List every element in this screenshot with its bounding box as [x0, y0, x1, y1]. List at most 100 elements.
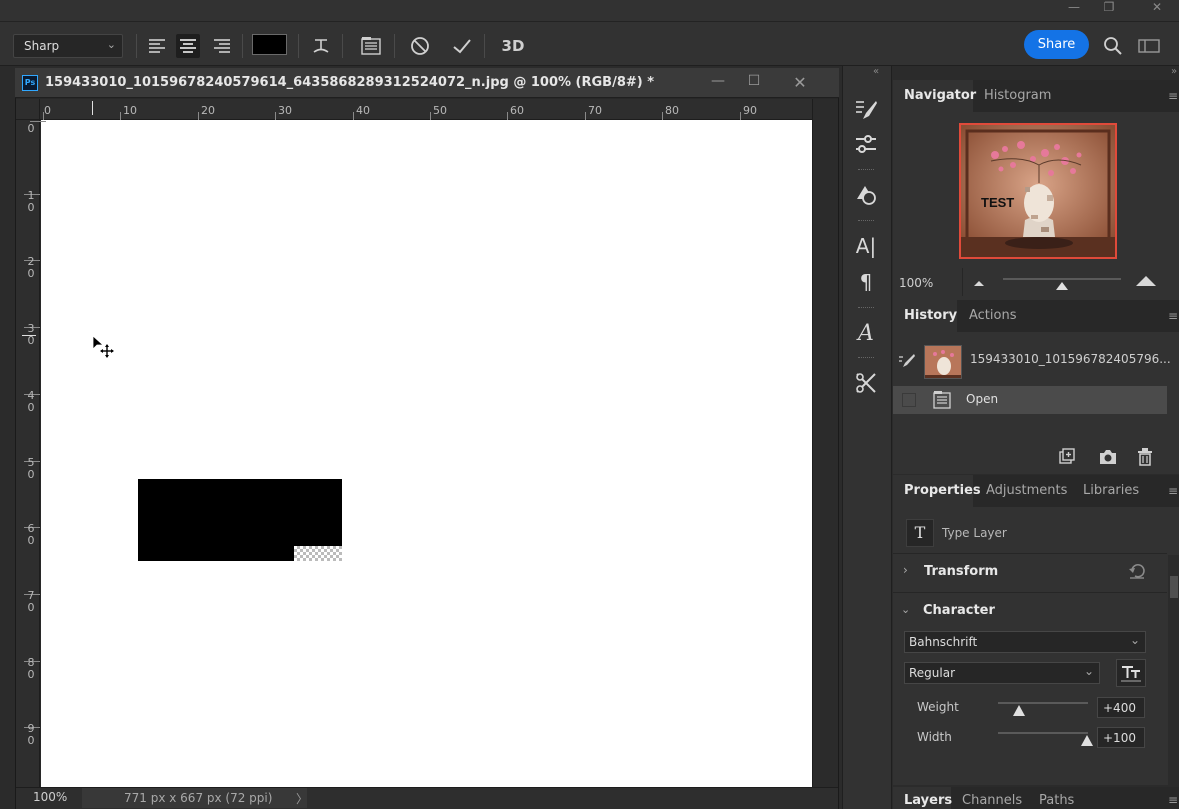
font-family-select[interactable]: Bahnschrift ⌄ [904, 631, 1146, 653]
transform-section-header[interactable]: Transform [924, 564, 998, 579]
type-layer-icon: T [906, 519, 934, 547]
tab-layers[interactable]: Layers [893, 787, 952, 809]
ruler-tick [740, 112, 741, 120]
move-cursor-icon [92, 335, 116, 362]
chevron-down-icon[interactable]: ⌄ [901, 603, 910, 616]
workspace-icon[interactable] [1137, 34, 1161, 58]
horizontal-ruler[interactable] [40, 99, 812, 120]
text-color-swatch[interactable] [252, 34, 287, 55]
reset-transform-icon[interactable] [1128, 562, 1146, 583]
navigator-zoom-slider-track[interactable] [1003, 278, 1121, 280]
document-canvas[interactable] [41, 120, 812, 787]
panel-grip[interactable] [858, 357, 874, 360]
ruler-tick [585, 112, 586, 120]
width-value-input[interactable]: +100 [1097, 727, 1145, 748]
document-title: 159433010_10159678240579614_643586828931… [45, 75, 655, 90]
properties-scrollbar-thumb[interactable] [1170, 576, 1178, 598]
camera-snapshot-icon[interactable] [1099, 449, 1117, 468]
character-section-header[interactable]: Character [923, 603, 995, 618]
panel-grip[interactable] [858, 307, 874, 310]
character-panel-icon[interactable] [359, 34, 383, 58]
divider [893, 553, 1167, 554]
app-restore-icon[interactable]: ❐ [1100, 0, 1118, 14]
ruler-tick [275, 112, 276, 120]
antialias-value: Sharp [24, 39, 60, 53]
weight-slider-knob[interactable] [1013, 705, 1025, 716]
ruler-label: 2 0 [27, 255, 35, 280]
width-slider-knob[interactable] [1081, 735, 1093, 746]
ruler-corner [16, 99, 40, 120]
status-doc-info[interactable]: 771 px x 667 px (72 ppi) [82, 788, 307, 808]
character-icon[interactable]: A| [852, 232, 880, 260]
app-close-icon[interactable]: ✕ [1148, 0, 1166, 14]
warp-text-icon[interactable] [309, 34, 333, 58]
history-item-label: Open [966, 392, 999, 406]
tab-navigator[interactable]: Navigator [893, 80, 976, 112]
brush-settings-icon[interactable] [852, 96, 880, 124]
weight-value-input[interactable]: +400 [1097, 697, 1145, 718]
new-document-from-state-icon[interactable] [1058, 448, 1076, 469]
tool-presets-icon[interactable] [852, 369, 880, 397]
antialias-select[interactable]: Sharp ⌄ [13, 34, 123, 58]
divider [893, 592, 1167, 593]
status-zoom[interactable]: 100% [33, 790, 67, 804]
collapse-panels-icon[interactable]: « [873, 66, 879, 77]
zoom-in-icon[interactable] [1134, 274, 1158, 291]
tab-histogram[interactable]: Histogram [975, 80, 1065, 112]
glyphs-icon[interactable]: A [852, 319, 880, 347]
panel-menu-icon[interactable]: ≡ [1168, 89, 1178, 103]
tab-paths[interactable]: Paths [1030, 787, 1090, 809]
navigator-thumbnail[interactable]: TEST [959, 123, 1117, 259]
ruler-tick [507, 112, 508, 120]
navigator-zoom-value[interactable]: 100% [899, 276, 933, 290]
ruler-tick [662, 112, 663, 120]
panel-menu-icon[interactable]: ≡ [1168, 484, 1178, 498]
cancel-icon[interactable] [408, 34, 432, 58]
commit-check-icon[interactable] [450, 34, 474, 58]
font-style-select[interactable]: Regular ⌄ [904, 662, 1100, 684]
zoom-out-icon[interactable] [972, 277, 986, 291]
brush-presets-icon[interactable] [852, 130, 880, 158]
doc-minimize-icon[interactable]: — [708, 73, 728, 91]
tab-channels[interactable]: Channels [953, 787, 1029, 809]
paragraph-icon[interactable]: ¶ [852, 268, 880, 296]
history-brush-source-icon[interactable] [898, 353, 916, 372]
navigator-zoom-slider-knob[interactable] [1056, 282, 1068, 290]
doc-close-icon[interactable]: ✕ [790, 73, 810, 92]
3d-button[interactable]: 3D [500, 34, 526, 58]
share-button[interactable]: Share [1024, 30, 1089, 59]
transparency-checker-area [294, 546, 342, 561]
doc-maximize-icon[interactable]: ☐ [744, 73, 764, 91]
clone-source-icon[interactable] [852, 181, 880, 209]
variable-font-icon[interactable] [1116, 659, 1146, 687]
tab-libraries[interactable]: Libraries [1074, 475, 1150, 507]
trash-icon[interactable] [1137, 448, 1153, 469]
history-open-icon [932, 390, 952, 413]
tab-properties[interactable]: Properties [893, 475, 981, 507]
align-left-icon[interactable] [145, 34, 169, 58]
chevron-right-icon[interactable]: › [903, 563, 908, 577]
panel-menu-icon[interactable]: ≡ [1168, 793, 1178, 807]
history-brush-source-box[interactable] [902, 393, 916, 407]
weight-label: Weight [917, 700, 959, 714]
app-minimize-icon[interactable]: — [1066, 0, 1082, 14]
vertical-ruler[interactable] [16, 120, 40, 787]
align-center-icon[interactable] [176, 34, 200, 58]
ruler-label: 0 [27, 122, 35, 135]
expand-panels-icon[interactable]: » [1171, 66, 1177, 77]
tab-adjustments[interactable]: Adjustments [977, 475, 1073, 507]
width-slider-track[interactable] [998, 732, 1088, 734]
font-family-value: Bahnschrift [909, 635, 978, 649]
ruler-label: 8 0 [27, 656, 35, 681]
panel-grip[interactable] [858, 220, 874, 223]
search-icon[interactable] [1101, 34, 1125, 58]
vertical-scrollbar[interactable] [812, 99, 838, 787]
chevron-right-icon[interactable]: 〉 [296, 790, 308, 807]
panel-menu-icon[interactable]: ≡ [1168, 309, 1178, 323]
tab-actions[interactable]: Actions [959, 300, 1031, 332]
tab-history[interactable]: History [893, 300, 957, 332]
ruler-tick [198, 112, 199, 120]
weight-slider-track[interactable] [998, 702, 1088, 704]
panel-grip[interactable] [858, 169, 874, 172]
align-right-icon[interactable] [210, 34, 234, 58]
